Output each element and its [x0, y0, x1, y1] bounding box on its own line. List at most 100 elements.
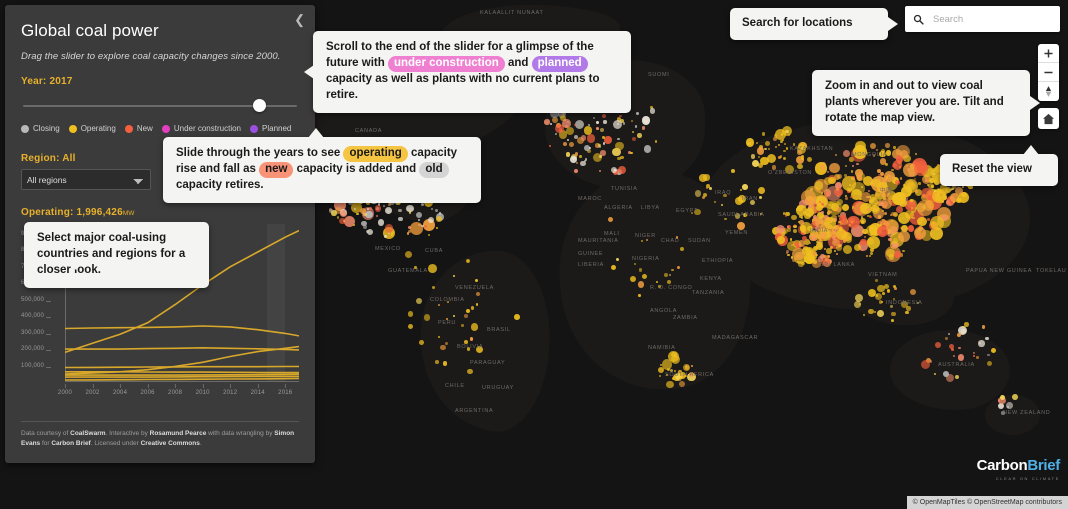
coal-plant-bubble[interactable] — [603, 120, 607, 124]
coal-plant-bubble[interactable] — [867, 236, 880, 249]
coal-plant-bubble[interactable] — [787, 253, 790, 257]
coal-plant-bubble[interactable] — [910, 199, 913, 202]
coal-plant-bubble[interactable] — [638, 294, 641, 297]
coal-plant-bubble[interactable] — [814, 218, 817, 221]
coal-plant-bubble[interactable] — [884, 211, 888, 215]
coal-plant-bubble[interactable] — [635, 111, 639, 115]
coal-plant-bubble[interactable] — [654, 140, 658, 143]
coal-plant-bubble[interactable] — [679, 381, 685, 387]
coal-plant-bubble[interactable] — [579, 155, 582, 158]
coal-plant-bubble[interactable] — [407, 311, 414, 318]
coal-plant-bubble[interactable] — [464, 339, 469, 344]
coal-plant-bubble[interactable] — [795, 208, 799, 211]
coal-plant-bubble[interactable] — [957, 332, 962, 337]
coal-plant-bubble[interactable] — [800, 216, 804, 219]
coal-plant-bubble[interactable] — [890, 305, 893, 308]
coal-plant-bubble[interactable] — [863, 313, 866, 316]
coal-plant-bubble[interactable] — [750, 154, 756, 159]
coal-plant-bubble[interactable] — [935, 194, 942, 202]
coal-plant-bubble[interactable] — [892, 192, 906, 206]
coal-plant-bubble[interactable] — [694, 208, 701, 216]
coal-plant-bubble[interactable] — [878, 216, 881, 219]
coal-plant-bubble[interactable] — [366, 228, 374, 235]
coal-plant-bubble[interactable] — [685, 374, 688, 377]
coal-plant-bubble[interactable] — [739, 188, 742, 191]
coal-plant-bubble[interactable] — [850, 221, 853, 224]
coal-plant-bubble[interactable] — [978, 340, 985, 347]
coal-plant-bubble[interactable] — [909, 288, 916, 295]
coal-plant-bubble[interactable] — [776, 236, 785, 245]
coal-plant-bubble[interactable] — [844, 164, 847, 167]
coal-plant-bubble[interactable] — [818, 200, 821, 203]
coal-plant-bubble[interactable] — [465, 259, 470, 263]
coal-plant-bubble[interactable] — [918, 182, 921, 185]
legend-item-operating[interactable]: Operating — [68, 124, 116, 133]
coal-plant-bubble[interactable] — [466, 347, 471, 351]
coal-plant-bubble[interactable] — [842, 149, 851, 157]
coal-plant-bubble[interactable] — [554, 132, 557, 135]
coal-plant-bubble[interactable] — [921, 187, 933, 200]
coal-plant-bubble[interactable] — [760, 212, 763, 215]
coal-plant-bubble[interactable] — [737, 222, 745, 230]
coal-plant-bubble[interactable] — [435, 227, 438, 230]
coal-plant-bubble[interactable] — [874, 278, 878, 282]
coal-plant-bubble[interactable] — [870, 204, 879, 213]
coal-plant-bubble[interactable] — [671, 269, 674, 272]
coal-plant-bubble[interactable] — [407, 230, 411, 234]
coal-plant-bubble[interactable] — [384, 224, 394, 233]
coal-plant-bubble[interactable] — [619, 114, 622, 118]
coal-plant-bubble[interactable] — [771, 165, 777, 170]
coal-plant-bubble[interactable] — [570, 156, 577, 163]
coal-plant-bubble[interactable] — [973, 354, 976, 357]
coal-plant-bubble[interactable] — [870, 142, 877, 149]
coal-plant-bubble[interactable] — [891, 162, 897, 168]
chart-line-south-africa[interactable] — [65, 373, 299, 376]
coal-plant-bubble[interactable] — [957, 353, 965, 361]
coal-plant-bubble[interactable] — [655, 281, 658, 284]
coal-plant-bubble[interactable] — [856, 162, 859, 165]
coal-plant-bubble[interactable] — [956, 198, 962, 204]
coal-plant-bubble[interactable] — [837, 214, 840, 217]
coal-plant-bubble[interactable] — [436, 215, 443, 222]
coal-plant-bubble[interactable] — [845, 196, 848, 200]
coal-plant-bubble[interactable] — [948, 202, 951, 205]
coal-plant-bubble[interactable] — [691, 364, 694, 367]
coal-plant-bubble[interactable] — [383, 204, 386, 207]
year-slider-handle[interactable] — [253, 99, 267, 112]
coal-plant-bubble[interactable] — [798, 261, 804, 267]
coal-plant-bubble[interactable] — [580, 135, 587, 141]
coal-plant-bubble[interactable] — [899, 165, 902, 168]
coal-plant-bubble[interactable] — [834, 249, 837, 252]
coal-plant-bubble[interactable] — [931, 185, 934, 188]
coal-plant-bubble[interactable] — [821, 210, 824, 214]
coal-plant-bubble[interactable] — [793, 228, 798, 233]
coal-plant-bubble[interactable] — [544, 119, 550, 125]
legend-item-planned[interactable]: Planned — [250, 124, 291, 133]
chart-line-united-states[interactable] — [65, 325, 299, 337]
coal-plant-bubble[interactable] — [671, 376, 675, 380]
coal-plant-bubble[interactable] — [812, 237, 815, 240]
coal-plant-bubble[interactable] — [675, 236, 678, 239]
coal-plant-bubble[interactable] — [743, 212, 748, 217]
coal-plant-bubble[interactable] — [407, 324, 413, 330]
coal-plant-bubble[interactable] — [885, 143, 890, 148]
coal-plant-bubble[interactable] — [670, 354, 680, 365]
coal-plant-bubble[interactable] — [917, 200, 933, 216]
coal-plant-bubble[interactable] — [664, 273, 668, 277]
coal-plant-bubble[interactable] — [633, 262, 636, 265]
coal-plant-bubble[interactable] — [777, 156, 781, 160]
chart-line-russia[interactable] — [65, 371, 299, 374]
coal-plant-bubble[interactable] — [643, 145, 652, 153]
coal-plant-bubble[interactable] — [867, 189, 870, 192]
coal-plant-bubble[interactable] — [829, 162, 840, 174]
coal-plant-bubble[interactable] — [363, 212, 367, 216]
coal-plant-bubble[interactable] — [604, 136, 612, 144]
coal-plant-bubble[interactable] — [598, 169, 601, 172]
coal-plant-bubble[interactable] — [566, 138, 569, 141]
coal-plant-bubble[interactable] — [835, 206, 841, 212]
coal-plant-bubble[interactable] — [586, 134, 596, 143]
coal-plant-bubble[interactable] — [657, 284, 661, 288]
coal-plant-bubble[interactable] — [829, 245, 833, 249]
coal-plant-bubble[interactable] — [374, 205, 382, 212]
coal-plant-bubble[interactable] — [760, 156, 769, 166]
